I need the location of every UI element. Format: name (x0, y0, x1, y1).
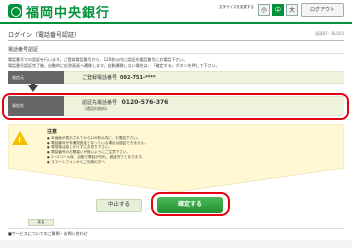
footer-divider (8, 228, 344, 229)
registered-phone-label: 発信元 (8, 71, 64, 84)
cancel-button[interactable]: 中止する (96, 199, 142, 212)
notice-item: 2～3コール後、自動で電話が切れ、認証完了となります。 (47, 155, 148, 160)
section-description: 電話番号での認証を行います。ご登録電話番号から、120秒以内に認証先電話番号にお… (8, 57, 219, 69)
bank-logo-icon (8, 4, 22, 18)
header: 福岡中央銀行 文字サイズを変更する 小 中 大 ログアウト (0, 0, 352, 22)
notice-list: 本画面が表示されてから120秒以内に、お電話下さい。 電話番号が非通知設定となっ… (47, 136, 148, 164)
registered-phone-number: 092-751-**** (120, 74, 156, 81)
registered-phone-value: ご登録電話番号 092-751-**** (64, 71, 344, 84)
confirm-highlight-annotation (151, 192, 230, 216)
registered-phone-row: 発信元 ご登録電話番号 092-751-**** (8, 71, 344, 84)
section-divider (8, 53, 344, 54)
back-button[interactable]: 戻る (28, 219, 54, 226)
highlight-annotation (2, 93, 349, 120)
inquiry-link[interactable]: ■サービスについてのご質問・お問い合わせ (8, 231, 88, 237)
notice-item: スマートフォンからご利用の方へ (47, 160, 148, 165)
arrow-down-icon (28, 85, 38, 92)
page-id: 画面ID：BL050 (315, 31, 344, 36)
header-divider (0, 22, 352, 24)
logout-button[interactable]: ログアウト (301, 3, 344, 17)
section-title: 電話番号認証 (8, 47, 39, 53)
page-bottom (0, 240, 352, 248)
page: 福岡中央銀行 文字サイズを変更する 小 中 大 ログアウト ログイン（電話番号認… (0, 0, 352, 248)
warning-mark-icon: ! (18, 136, 22, 144)
page-title: ログイン（電話番号認証） (8, 32, 81, 39)
font-size-label: 文字サイズを変更する (219, 5, 254, 9)
registered-phone-caption: ご登録電話番号 (82, 75, 118, 81)
title-divider (8, 40, 344, 41)
notice-title: 注意 (47, 129, 58, 135)
description-line: 電話番号認証完了後、自動的に応答画面へ遷移します。自動遷移しない場合は、「確定す… (8, 63, 220, 68)
font-size-medium-button[interactable]: 中 (272, 4, 284, 16)
notice-item: 本画面が表示されてから120秒以内に、お電話下さい。 (47, 136, 148, 141)
font-size-small-button[interactable]: 小 (258, 4, 270, 16)
font-size-large-button[interactable]: 大 (286, 4, 298, 16)
bank-name: 福岡中央銀行 (26, 6, 111, 21)
